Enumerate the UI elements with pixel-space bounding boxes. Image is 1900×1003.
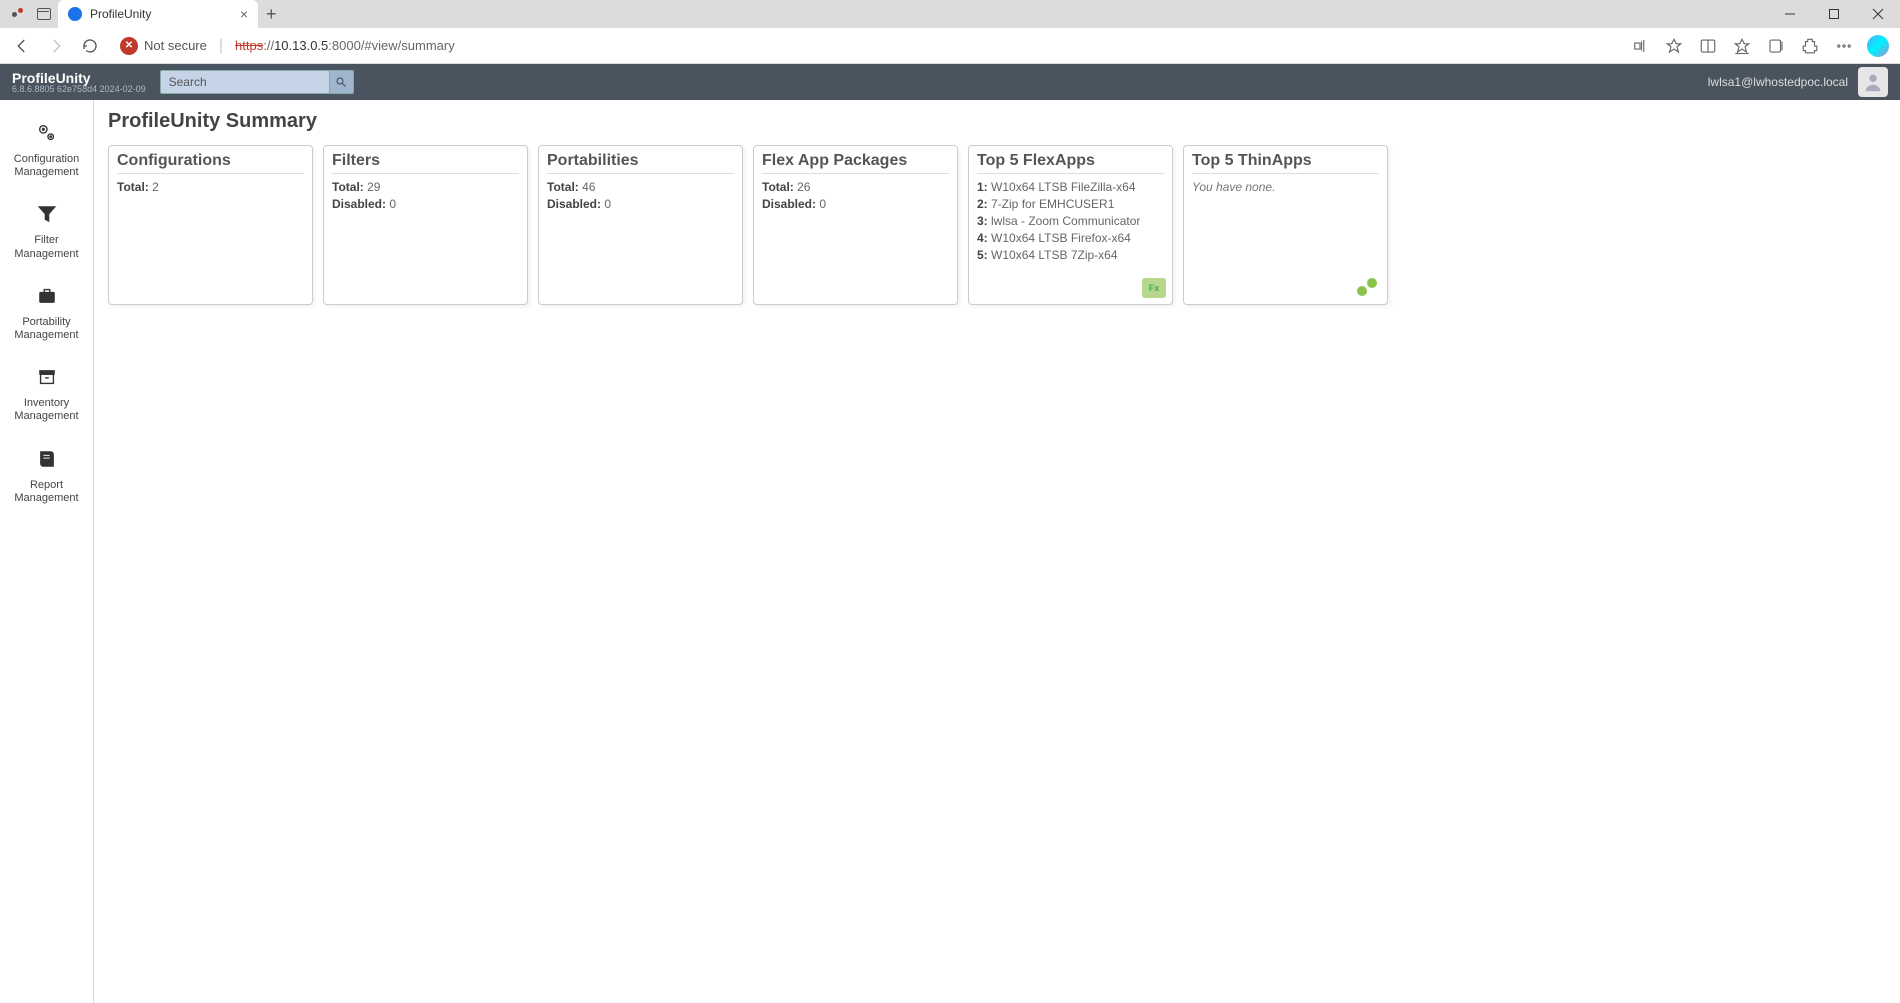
card-portabilities[interactable]: Portabilities Total: 46 Disabled: 0	[538, 145, 743, 305]
card-row-disabled: Disabled: 0	[332, 197, 519, 211]
sidebar: Configuration Management Filter Manageme…	[0, 100, 94, 1003]
card-title: Configurations	[117, 152, 304, 174]
card-row-total: Total: 26	[762, 180, 949, 194]
empty-message: You have none.	[1192, 180, 1379, 194]
card-row-total: Total: 29	[332, 180, 519, 194]
address-separator: |	[219, 37, 223, 55]
card-title: Top 5 FlexApps	[977, 152, 1164, 174]
briefcase-icon	[35, 285, 59, 307]
summary-cards: Configurations Total: 2 Filters Total: 2…	[108, 145, 1886, 305]
tab-actions-icon[interactable]	[36, 6, 52, 22]
new-tab-button[interactable]: +	[266, 4, 277, 25]
list-item: 3: lwlsa - Zoom Communicator	[977, 214, 1164, 228]
card-title: Flex App Packages	[762, 152, 949, 174]
brand-version: 6.8.6.8805 62e758d4 2024-02-09	[12, 85, 146, 94]
favorite-icon[interactable]	[1660, 32, 1688, 60]
window-close-button[interactable]	[1856, 0, 1900, 28]
sidebar-item-inventory[interactable]: Inventory Management	[0, 354, 93, 435]
address-bar[interactable]: https://10.13.0.5:8000/#view/summary	[235, 38, 455, 53]
brand[interactable]: ProfileUnity 6.8.6.8805 62e758d4 2024-02…	[12, 71, 146, 94]
page-title: ProfileUnity Summary	[108, 110, 1886, 133]
sidebar-item-label: Portability Management	[4, 316, 89, 342]
main-content: ProfileUnity Summary Configurations Tota…	[94, 100, 1900, 1003]
card-title: Filters	[332, 152, 519, 174]
forward-button	[42, 32, 70, 60]
favorites-bar-icon[interactable]	[1728, 32, 1756, 60]
card-configurations[interactable]: Configurations Total: 2	[108, 145, 313, 305]
not-secure-icon	[120, 37, 138, 55]
card-top-flexapps[interactable]: Top 5 FlexApps 1: W10x64 LTSB FileZilla-…	[968, 145, 1173, 305]
sidebar-item-filter[interactable]: Filter Management	[0, 191, 93, 272]
read-aloud-icon[interactable]	[1626, 32, 1654, 60]
search-wrap	[160, 70, 354, 94]
window-minimize-button[interactable]	[1768, 0, 1812, 28]
browser-toolbar: Not secure | https://10.13.0.5:8000/#vie…	[0, 28, 1900, 64]
flexapp-icon: Fx	[1142, 278, 1166, 298]
card-title: Top 5 ThinApps	[1192, 152, 1379, 174]
sidebar-item-label: Filter Management	[4, 234, 89, 260]
archive-icon	[35, 366, 59, 388]
card-flexapp-packages[interactable]: Flex App Packages Total: 26 Disabled: 0	[753, 145, 958, 305]
collections-icon[interactable]	[1762, 32, 1790, 60]
card-row-total: Total: 46	[547, 180, 734, 194]
sidebar-item-portability[interactable]: Portability Management	[0, 273, 93, 354]
search-icon	[335, 76, 347, 88]
back-button[interactable]	[8, 32, 36, 60]
profile-indicator-icon[interactable]	[10, 6, 26, 22]
search-input[interactable]	[160, 70, 330, 94]
gears-icon	[35, 122, 59, 144]
security-indicator[interactable]: Not secure	[120, 37, 207, 55]
list-item: 1: W10x64 LTSB FileZilla-x64	[977, 180, 1164, 194]
card-top-thinapps[interactable]: Top 5 ThinApps You have none.	[1183, 145, 1388, 305]
sidebar-item-label: Report Management	[4, 479, 89, 505]
card-filters[interactable]: Filters Total: 29 Disabled: 0	[323, 145, 528, 305]
filter-icon	[35, 203, 59, 225]
list-item: 4: W10x64 LTSB Firefox-x64	[977, 231, 1164, 245]
card-row-total: Total: 2	[117, 180, 304, 194]
sidebar-item-report[interactable]: Report Management	[0, 436, 93, 517]
search-button[interactable]	[330, 70, 354, 94]
security-text: Not secure	[144, 38, 207, 53]
refresh-button[interactable]	[76, 32, 104, 60]
tab-close-icon[interactable]: ×	[240, 6, 248, 22]
sidebar-item-label: Inventory Management	[4, 397, 89, 423]
thinapp-icon	[1357, 278, 1381, 298]
list-item: 5: W10x64 LTSB 7Zip-x64	[977, 248, 1164, 262]
split-screen-icon[interactable]	[1694, 32, 1722, 60]
card-row-disabled: Disabled: 0	[762, 197, 949, 211]
sidebar-item-label: Configuration Management	[4, 153, 89, 179]
browser-tab-active[interactable]: ProfileUnity ×	[58, 0, 258, 28]
tab-title: ProfileUnity	[90, 7, 232, 21]
app-header: ProfileUnity 6.8.6.8805 62e758d4 2024-02…	[0, 64, 1900, 100]
tab-favicon-icon	[68, 7, 82, 21]
card-row-disabled: Disabled: 0	[547, 197, 734, 211]
book-icon	[35, 448, 59, 470]
more-icon[interactable]	[1830, 32, 1858, 60]
browser-titlebar: ProfileUnity × +	[0, 0, 1900, 28]
list-item: 2: 7-Zip for EMHCUSER1	[977, 197, 1164, 211]
user-avatar-button[interactable]	[1858, 67, 1888, 97]
card-title: Portabilities	[547, 152, 734, 174]
brand-title: ProfileUnity	[12, 71, 146, 85]
sidebar-item-configuration[interactable]: Configuration Management	[0, 110, 93, 191]
user-label: lwlsa1@lwhostedpoc.local	[1708, 75, 1848, 89]
extensions-icon[interactable]	[1796, 32, 1824, 60]
copilot-icon[interactable]	[1864, 32, 1892, 60]
window-maximize-button[interactable]	[1812, 0, 1856, 28]
user-icon	[1862, 71, 1884, 93]
